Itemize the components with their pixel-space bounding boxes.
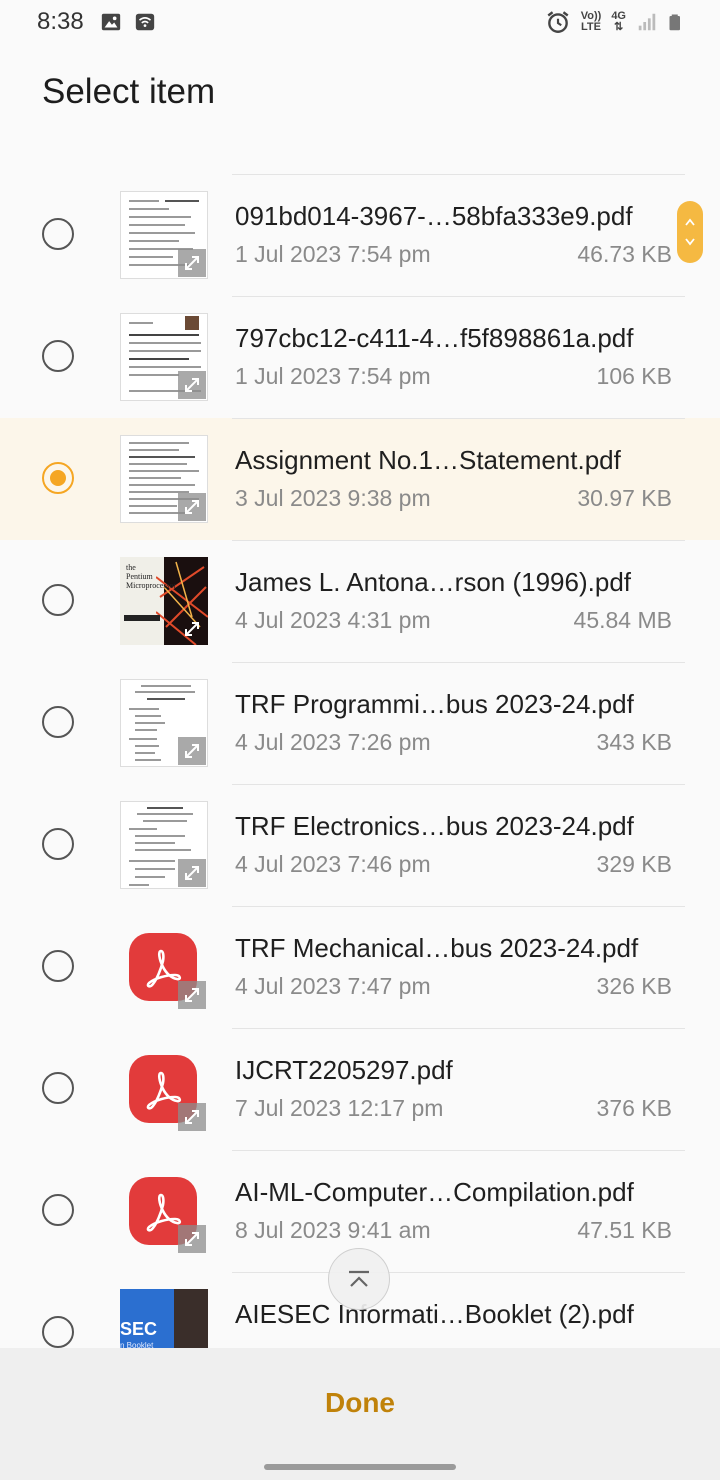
file-row[interactable]: TRF Programmi…bus 2023-24.pdf 4 Jul 2023… — [0, 662, 720, 784]
status-bar: 8:38 Vo)) LTE 4G ⇅ — [0, 0, 720, 44]
expand-icon[interactable] — [178, 249, 206, 277]
signal-icon — [638, 13, 656, 31]
expand-icon[interactable] — [178, 1103, 206, 1131]
file-date: 8 Jul 2023 9:41 am — [235, 1217, 431, 1243]
file-name: AIESEC Informati…Booklet (2).pdf — [235, 1299, 634, 1329]
select-radio[interactable] — [42, 828, 74, 860]
select-radio[interactable] — [42, 706, 74, 738]
row-divider — [232, 662, 685, 663]
file-name: TRF Mechanical…bus 2023-24.pdf — [235, 933, 639, 963]
file-list: 091bd014-3967-…58bfa333e9.pdf 1 Jul 2023… — [0, 174, 720, 1394]
file-row[interactable]: 797cbc12-c411-4…f5f898861a.pdf 1 Jul 202… — [0, 296, 720, 418]
row-divider — [232, 784, 685, 785]
file-size: 46.73 KB — [577, 241, 672, 267]
select-radio[interactable] — [42, 340, 74, 372]
file-row[interactable]: the Pentium Microprocessor James L. Anto… — [0, 540, 720, 662]
bottom-action-bar: Done — [0, 1348, 720, 1480]
select-radio[interactable] — [42, 584, 74, 616]
row-divider — [232, 174, 685, 175]
expand-icon[interactable] — [178, 859, 206, 887]
wifi-status-icon — [135, 13, 155, 31]
file-size: 343 KB — [596, 729, 672, 755]
expand-icon[interactable] — [178, 493, 206, 521]
row-divider — [232, 296, 685, 297]
select-radio[interactable] — [42, 1072, 74, 1104]
file-row-selected[interactable]: Assignment No.1…Statement.pdf 3 Jul 2023… — [0, 418, 720, 540]
done-button[interactable]: Done — [0, 1348, 720, 1458]
file-size: 106 KB — [596, 363, 672, 389]
select-radio[interactable] — [42, 218, 74, 250]
scroll-to-top-button[interactable] — [328, 1248, 390, 1310]
file-row[interactable]: TRF Mechanical…bus 2023-24.pdf 4 Jul 202… — [0, 906, 720, 1028]
alarm-icon — [547, 11, 569, 33]
fast-scroll-handle[interactable] — [677, 201, 703, 263]
gallery-icon — [101, 13, 121, 31]
file-name: TRF Programmi…bus 2023-24.pdf — [235, 689, 634, 719]
row-divider — [232, 418, 685, 419]
row-divider — [232, 540, 685, 541]
file-date: 4 Jul 2023 7:47 pm — [235, 973, 431, 999]
file-date: 1 Jul 2023 7:54 pm — [235, 363, 431, 389]
aiesec-cover-text: SEC — [120, 1319, 158, 1339]
volte-indicator: Vo)) LTE — [580, 10, 602, 33]
status-time: 8:38 — [37, 8, 84, 35]
file-row[interactable]: 091bd014-3967-…58bfa333e9.pdf 1 Jul 2023… — [0, 174, 720, 296]
file-size: 30.97 KB — [577, 485, 672, 511]
file-date: 7 Jul 2023 12:17 pm — [235, 1095, 444, 1121]
book-title-line3: Microprocessor — [126, 581, 177, 590]
file-size: 45.84 MB — [573, 607, 672, 633]
expand-icon[interactable] — [178, 981, 206, 1009]
home-indicator[interactable] — [264, 1464, 456, 1470]
file-row[interactable]: IJCRT2205297.pdf 7 Jul 2023 12:17 pm 376… — [0, 1028, 720, 1150]
file-name: 797cbc12-c411-4…f5f898861a.pdf — [235, 323, 634, 353]
file-date: 1 Jul 2023 7:54 pm — [235, 241, 431, 267]
file-name: James L. Antona…rson (1996).pdf — [235, 567, 632, 597]
book-title-line1: the — [126, 563, 136, 572]
file-name: Assignment No.1…Statement.pdf — [235, 445, 621, 475]
chevron-up-icon — [349, 1270, 369, 1287]
file-size: 376 KB — [596, 1095, 672, 1121]
file-name: IJCRT2205297.pdf — [235, 1055, 453, 1085]
file-size: 329 KB — [596, 851, 672, 877]
file-name: 091bd014-3967-…58bfa333e9.pdf — [235, 201, 633, 231]
select-radio-checked[interactable] — [42, 462, 74, 494]
row-divider — [232, 1028, 685, 1029]
file-name: AI-ML-Computer…Compilation.pdf — [235, 1177, 634, 1207]
page-title: Select item — [42, 72, 216, 111]
battery-icon — [669, 14, 680, 31]
file-size: 47.51 KB — [577, 1217, 672, 1243]
file-date: 3 Jul 2023 9:38 pm — [235, 485, 431, 511]
expand-icon[interactable] — [178, 737, 206, 765]
expand-icon[interactable] — [178, 371, 206, 399]
file-row[interactable]: TRF Electronics…bus 2023-24.pdf 4 Jul 20… — [0, 784, 720, 906]
expand-icon[interactable] — [178, 615, 206, 643]
expand-icon[interactable] — [178, 1225, 206, 1253]
book-title-line2: Pentium — [126, 572, 153, 581]
file-date: 4 Jul 2023 4:31 pm — [235, 607, 431, 633]
select-radio[interactable] — [42, 1194, 74, 1226]
file-date: 4 Jul 2023 7:26 pm — [235, 729, 431, 755]
select-radio[interactable] — [42, 950, 74, 982]
file-name: TRF Electronics…bus 2023-24.pdf — [235, 811, 634, 841]
select-radio[interactable] — [42, 1316, 74, 1348]
row-divider — [232, 1150, 685, 1151]
file-size: 326 KB — [596, 973, 672, 999]
network-indicator: 4G ⇅ — [611, 10, 626, 33]
row-divider — [232, 1272, 685, 1273]
row-divider — [232, 906, 685, 907]
file-date: 4 Jul 2023 7:46 pm — [235, 851, 431, 877]
